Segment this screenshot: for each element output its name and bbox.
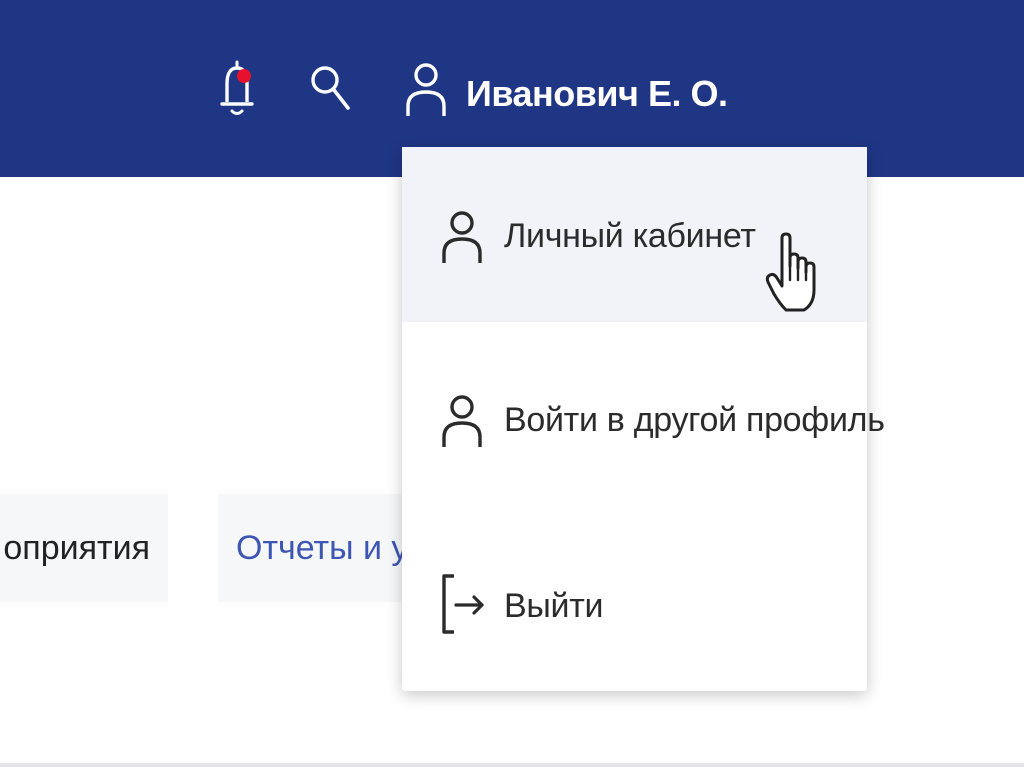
hand-pointer-icon (765, 232, 816, 312)
tab-reports[interactable]: Отчеты и у (218, 494, 408, 602)
tab-events-label: оприятия (3, 529, 150, 567)
search-icon (311, 66, 350, 110)
user-name[interactable]: Иванович Е. О. (466, 66, 728, 122)
menu-item-switch-profile[interactable]: Войти в другой профиль (402, 327, 885, 507)
logout-icon (442, 574, 484, 634)
notification-dot (237, 69, 251, 83)
notifications-button[interactable] (214, 56, 260, 122)
bell-icon (220, 60, 254, 115)
menu-item-label: Войти в другой профиль (504, 401, 885, 439)
user-dropdown-menu: Личный кабинет Войти в другой профиль Вы… (402, 147, 885, 691)
page: Иванович Е. О. оприятия Отчеты и у Личны… (0, 0, 1024, 767)
divider (0, 763, 1024, 767)
user-menu-button[interactable] (401, 58, 451, 120)
user-icon (406, 63, 446, 116)
search-button[interactable] (306, 60, 354, 114)
menu-item-logout[interactable]: Выйти (402, 512, 867, 687)
tab-reports-label: Отчеты и у (236, 529, 408, 567)
menu-item-label: Выйти (504, 587, 604, 625)
tab-events[interactable]: оприятия (0, 494, 168, 602)
menu-item-label: Личный кабинет (504, 217, 756, 255)
user-icon (442, 395, 482, 447)
user-icon (442, 211, 482, 263)
